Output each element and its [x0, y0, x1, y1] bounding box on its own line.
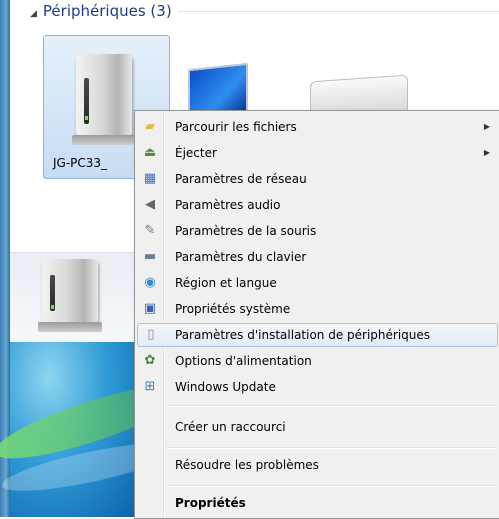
keyboard-icon: ▬ — [143, 249, 157, 264]
menu-item-windows-update[interactable]: ⊞ Windows Update — [137, 375, 498, 399]
power-options-icon: ✿ — [144, 353, 156, 368]
device-label: JG-PC33_ — [53, 156, 108, 170]
menu-item-system-properties[interactable]: ▣ Propriétés système — [137, 297, 498, 321]
globe-icon: ◉ — [144, 275, 156, 290]
device-row-2 — [10, 252, 140, 343]
mouse-icon: ✎ — [144, 223, 156, 238]
menu-item-device-installation-settings[interactable]: ▯ Paramètres d'installation de périphéri… — [137, 323, 498, 347]
menu-separator — [167, 405, 496, 406]
external-drive-icon-2[interactable] — [38, 259, 102, 332]
menu-item-troubleshoot[interactable]: Résoudre les problèmes — [137, 453, 498, 477]
menu-separator — [167, 447, 496, 448]
speaker-icon: ◀ — [145, 197, 155, 212]
submenu-arrow-icon: ▶ — [483, 148, 490, 157]
group-header[interactable]: ◢ Périphériques (3) — [30, 0, 178, 22]
menu-item-region-language[interactable]: ◉ Région et langue — [137, 271, 498, 295]
menu-item-properties[interactable]: Propriétés — [137, 491, 498, 515]
collapse-triangle-icon[interactable]: ◢ — [30, 9, 37, 19]
menu-item-power-options[interactable]: ✿ Options d'alimentation — [137, 349, 498, 373]
menu-item-browse-files[interactable]: ▰ Parcourir les fichiers ▶ — [137, 115, 498, 139]
device-install-icon: ▯ — [147, 327, 155, 342]
menu-item-keyboard-settings[interactable]: ▬ Paramètres du clavier — [137, 245, 498, 269]
context-menu: ▰ Parcourir les fichiers ▶ ⏏ Éjecter ▶ ▦… — [134, 110, 499, 519]
system-icon: ▣ — [143, 301, 157, 316]
menu-item-eject[interactable]: ⏏ Éjecter ▶ — [137, 141, 498, 165]
menu-item-audio-settings[interactable]: ◀ Paramètres audio — [137, 193, 498, 217]
menu-separator — [167, 485, 496, 486]
windows-update-icon: ⊞ — [144, 379, 156, 394]
menu-item-mouse-settings[interactable]: ✎ Paramètres de la souris — [137, 219, 498, 243]
menu-item-create-shortcut[interactable]: Créer un raccourci — [137, 415, 498, 439]
eject-icon: ⏏ — [143, 145, 157, 160]
external-drive-icon — [72, 54, 136, 145]
submenu-arrow-icon: ▶ — [483, 122, 490, 131]
group-divider — [178, 11, 499, 12]
menu-item-network-settings[interactable]: ▦ Paramètres de réseau — [137, 167, 498, 191]
folder-icon: ▰ — [145, 119, 155, 134]
desktop-wallpaper — [0, 342, 192, 517]
group-title: Périphériques (3) — [42, 2, 172, 20]
network-icon: ▦ — [143, 171, 157, 186]
